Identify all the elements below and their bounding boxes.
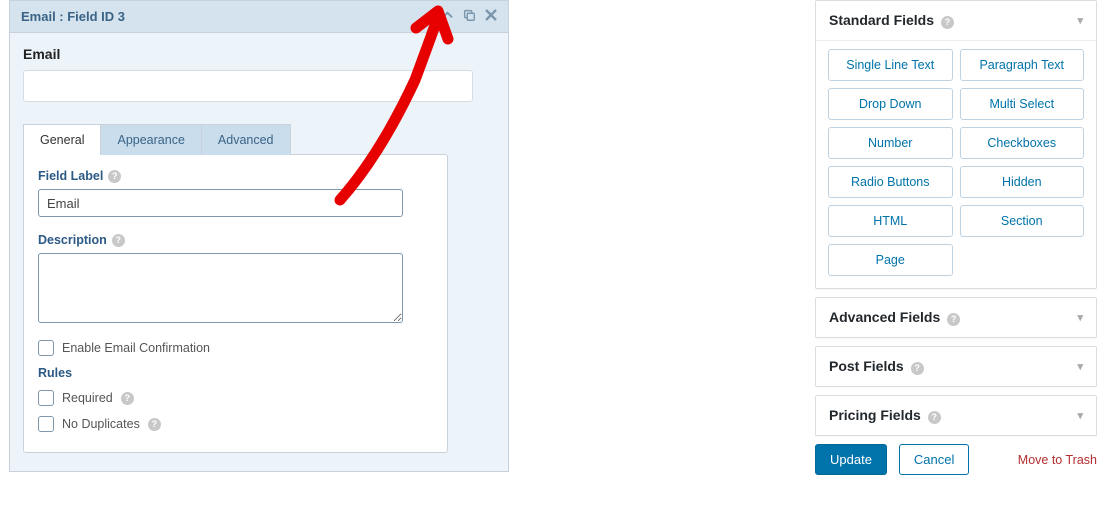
panel-title: Pricing Fields: [829, 407, 921, 423]
required-label: Required: [62, 391, 113, 405]
field-multi-select[interactable]: Multi Select: [960, 88, 1085, 120]
field-label-text: Field Label: [38, 169, 103, 183]
help-icon[interactable]: ?: [121, 392, 134, 405]
field-label-input[interactable]: [38, 189, 403, 217]
tab-appearance[interactable]: Appearance: [101, 124, 201, 155]
panel-advanced-fields: Advanced Fields ? ▾: [815, 297, 1097, 338]
field-palette-sidebar: Standard Fields ? ▾ Single Line Text Par…: [815, 0, 1097, 475]
field-hidden[interactable]: Hidden: [960, 166, 1085, 198]
field-drop-down[interactable]: Drop Down: [828, 88, 953, 120]
no-duplicates-row[interactable]: No Duplicates ?: [38, 416, 433, 432]
panel-header-standard[interactable]: Standard Fields ? ▾: [816, 1, 1096, 40]
close-icon[interactable]: [485, 9, 497, 24]
panel-title: Post Fields: [829, 358, 904, 374]
required-checkbox[interactable]: [38, 390, 54, 406]
panel-header-pricing[interactable]: Pricing Fields ? ▾: [816, 396, 1096, 435]
help-icon[interactable]: ?: [112, 234, 125, 247]
field-html[interactable]: HTML: [828, 205, 953, 237]
field-radio-buttons[interactable]: Radio Buttons: [828, 166, 953, 198]
collapse-icon[interactable]: [442, 9, 453, 24]
panel-title: Advanced Fields: [829, 309, 940, 325]
field-checkboxes[interactable]: Checkboxes: [960, 127, 1085, 159]
field-header-actions: [442, 8, 497, 25]
panel-header-advanced[interactable]: Advanced Fields ? ▾: [816, 298, 1096, 337]
panel-header-post[interactable]: Post Fields ? ▾: [816, 347, 1096, 386]
form-actions: Update Cancel Move to Trash: [815, 444, 1097, 475]
move-to-trash-link[interactable]: Move to Trash: [1018, 453, 1097, 467]
description-heading: Description ?: [38, 233, 433, 247]
field-page[interactable]: Page: [828, 244, 953, 276]
enable-confirmation-row[interactable]: Enable Email Confirmation: [38, 340, 433, 356]
chevron-down-icon: ▾: [1077, 409, 1083, 422]
description-input[interactable]: [38, 253, 403, 323]
standard-fields-grid: Single Line Text Paragraph Text Drop Dow…: [828, 49, 1084, 276]
settings-tabs: General Appearance Advanced: [23, 124, 495, 155]
field-editor-panel: Email : Field ID 3 Email General Appeara…: [9, 0, 509, 472]
enable-confirmation-checkbox[interactable]: [38, 340, 54, 356]
help-icon[interactable]: ?: [108, 170, 121, 183]
panel-post-fields: Post Fields ? ▾: [815, 346, 1097, 387]
chevron-down-icon: ▾: [1077, 14, 1083, 27]
help-icon[interactable]: ?: [947, 313, 960, 326]
field-label-heading: Field Label ?: [38, 169, 433, 183]
required-row[interactable]: Required ?: [38, 390, 433, 406]
enable-confirmation-label: Enable Email Confirmation: [62, 341, 210, 355]
field-display-input[interactable]: [23, 70, 473, 102]
cancel-button[interactable]: Cancel: [899, 444, 969, 475]
help-icon[interactable]: ?: [148, 418, 161, 431]
panel-title: Standard Fields: [829, 12, 934, 28]
field-editor-body: Email General Appearance Advanced Field …: [10, 33, 508, 471]
field-number[interactable]: Number: [828, 127, 953, 159]
help-icon[interactable]: ?: [941, 16, 954, 29]
tab-panel-general: Field Label ? Description ? Enable Email…: [23, 154, 448, 453]
description-text: Description: [38, 233, 107, 247]
help-icon[interactable]: ?: [928, 411, 941, 424]
rules-heading: Rules: [38, 366, 433, 380]
standard-fields-body: Single Line Text Paragraph Text Drop Dow…: [816, 40, 1096, 288]
field-header: Email : Field ID 3: [10, 1, 508, 33]
field-section[interactable]: Section: [960, 205, 1085, 237]
field-header-title: Email : Field ID 3: [21, 9, 125, 24]
chevron-down-icon: ▾: [1077, 311, 1083, 324]
tab-general[interactable]: General: [23, 124, 101, 155]
panel-standard-fields: Standard Fields ? ▾ Single Line Text Par…: [815, 0, 1097, 289]
help-icon[interactable]: ?: [911, 362, 924, 375]
chevron-down-icon: ▾: [1077, 360, 1083, 373]
update-button[interactable]: Update: [815, 444, 887, 475]
duplicate-icon[interactable]: [462, 8, 476, 25]
field-paragraph-text[interactable]: Paragraph Text: [960, 49, 1085, 81]
field-display-label: Email: [23, 46, 495, 62]
no-duplicates-checkbox[interactable]: [38, 416, 54, 432]
panel-pricing-fields: Pricing Fields ? ▾: [815, 395, 1097, 436]
field-single-line-text[interactable]: Single Line Text: [828, 49, 953, 81]
no-duplicates-label: No Duplicates: [62, 417, 140, 431]
tab-advanced[interactable]: Advanced: [202, 124, 291, 155]
